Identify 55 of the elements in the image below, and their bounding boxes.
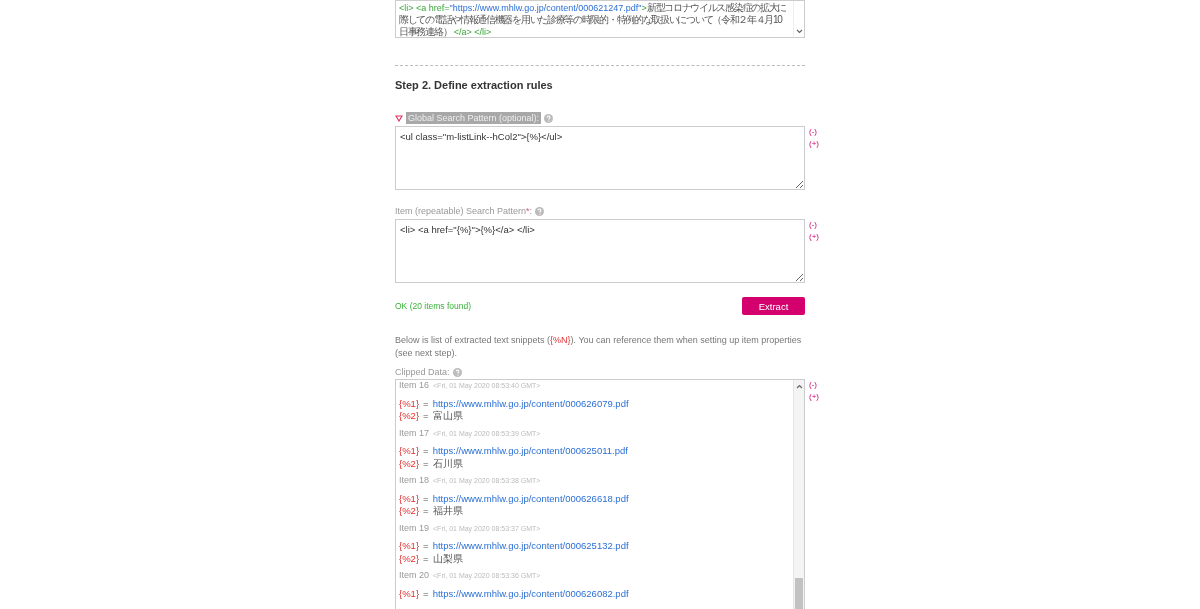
status-text: OK (20 items found)	[395, 301, 472, 311]
value-text: 福井県	[432, 505, 463, 518]
equals-sign: =	[423, 457, 429, 470]
variable-key: {%2}	[399, 410, 420, 423]
item-title: Item 17	[399, 427, 429, 438]
scrollbar-thumb[interactable]	[795, 578, 803, 609]
add-link[interactable]: (+)	[809, 392, 829, 402]
equals-sign: =	[423, 552, 429, 565]
item-title: Item 20	[399, 570, 429, 580]
variable-key: {%2}	[399, 552, 420, 565]
equals-sign: =	[423, 397, 429, 410]
description-text: Below is list of extracted text snippets ({%N}). You can reference them when setting up item properties (see next step).	[395, 334, 803, 360]
item-pattern-field[interactable]: <li> <a href="{%}">{%}</a> </li>	[395, 219, 805, 283]
variable-key: {%1}	[399, 540, 420, 553]
item-title: Item 18	[399, 475, 429, 485]
variable-key: {%1}	[399, 445, 420, 458]
field-label: Item (repeatable) Search Pattern*:	[395, 206, 533, 216]
value-link[interactable]: https://www.mhlw.go.jp/content/000626079.pdf	[432, 397, 629, 410]
variable-key: {%1}	[399, 397, 420, 410]
item-title: Item 16	[399, 380, 429, 390]
global-pattern-field[interactable]: <ul class="m-listLink--hCol2">{%}</ul>	[395, 126, 805, 190]
equals-sign: =	[423, 505, 429, 518]
equals-sign: =	[423, 445, 429, 458]
add-link[interactable]: (+)	[809, 232, 829, 242]
help-icon[interactable]	[544, 113, 554, 123]
value-link[interactable]: https://www.mhlw.go.jp/content/000626618.pdf	[432, 492, 629, 505]
remove-link[interactable]: (-)	[809, 127, 829, 137]
equals-sign: =	[423, 410, 429, 423]
extract-button[interactable]: Extract	[742, 297, 805, 315]
step-title: Step 2. Define extraction rules	[395, 78, 554, 92]
remove-link[interactable]: (-)	[809, 380, 829, 390]
field-label: Clipped Data:	[395, 367, 450, 377]
equals-sign: =	[423, 492, 429, 505]
value-text: 石川県	[432, 457, 463, 470]
value-link[interactable]: https://www.mhlw.go.jp/content/000625132.pdf	[432, 540, 629, 553]
variable-key: {%2}	[399, 505, 420, 518]
item-title: Item 19	[399, 522, 429, 533]
remove-link[interactable]: (-)	[809, 220, 829, 230]
value-link[interactable]: https://www.mhlw.go.jp/content/000626082.pdf	[432, 587, 629, 600]
html-source-text: <li> <a href="https://www.mhlw.go.jp/content/000621247.pdf">新型コロナウイルス感染症の拡大に 際しての電話や情報通信機器を用いた診療等の時限的・特例的な取扱いについて（令和２年４月10 日事務連絡） </a> </li>	[398, 1, 788, 37]
scroll-down-icon[interactable]	[795, 29, 803, 34]
variable-key: {%1}	[399, 587, 420, 600]
help-icon[interactable]	[452, 367, 462, 377]
equals-sign: =	[423, 587, 429, 600]
expanded-triangle-icon[interactable]	[395, 114, 403, 122]
value-text: 山梨県	[432, 552, 463, 565]
value-text: 富山県	[432, 410, 463, 423]
scroll-up-icon[interactable]	[795, 384, 803, 389]
equals-sign: =	[423, 540, 429, 553]
help-icon[interactable]	[535, 206, 545, 216]
variable-key: {%1}	[399, 492, 420, 505]
add-link[interactable]: (+)	[809, 139, 829, 149]
value-link[interactable]: https://www.mhlw.go.jp/content/000625011.pdf	[432, 445, 628, 458]
variable-key: {%2}	[399, 457, 420, 470]
field-label: Global Search Pattern (optional):	[406, 112, 542, 124]
